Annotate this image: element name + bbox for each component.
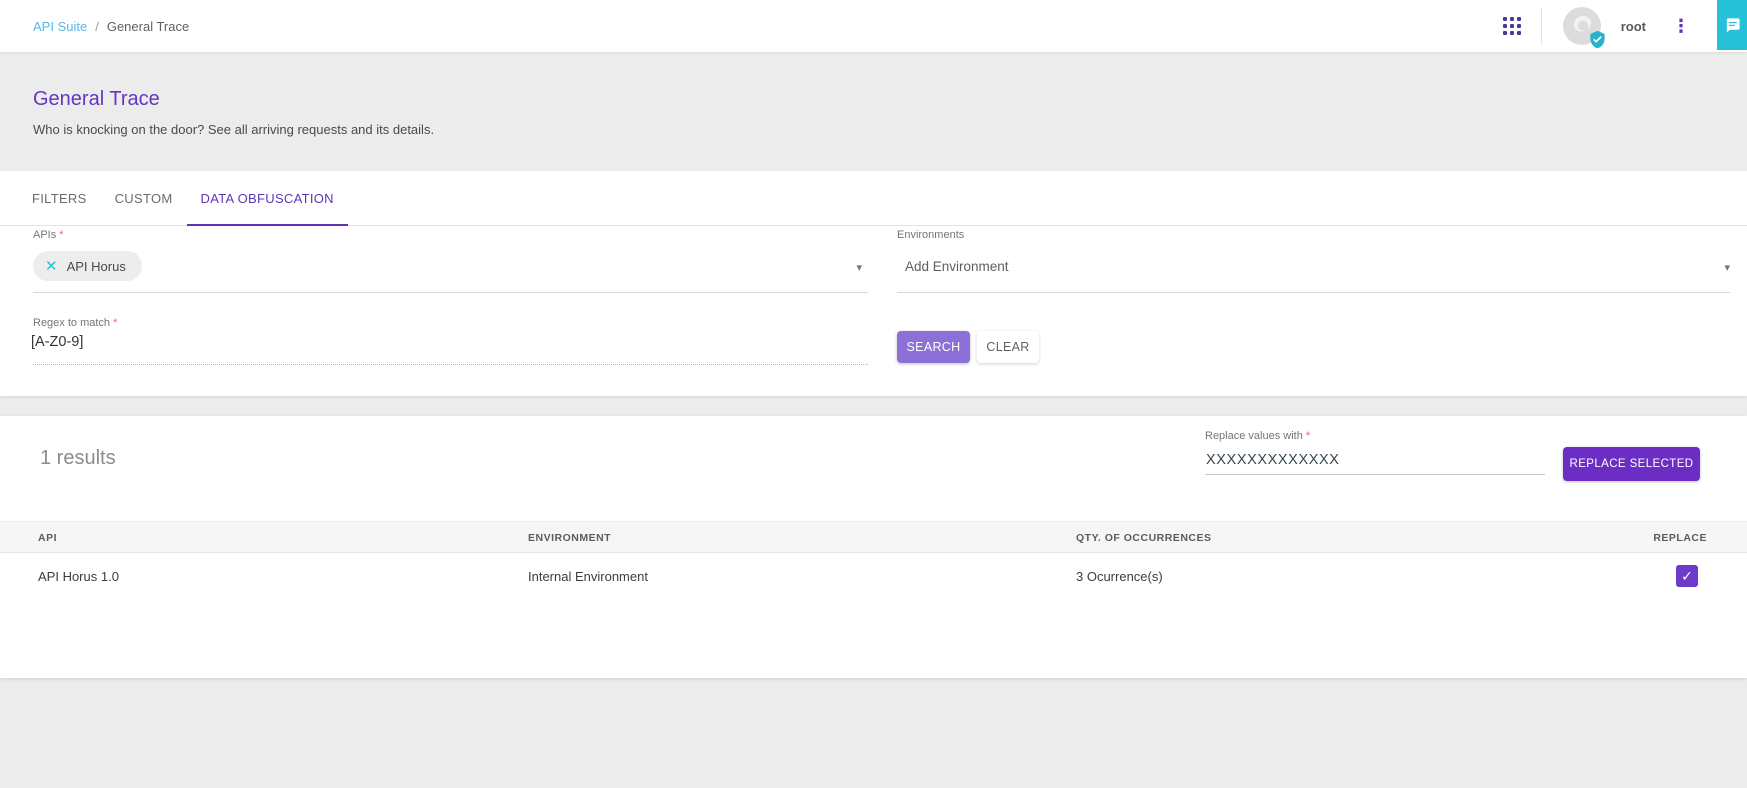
required-asterisk: * [1306, 430, 1310, 442]
tab-custom[interactable]: CUSTOM [101, 171, 187, 226]
chip-label: API Horus [67, 259, 126, 274]
username: root [1621, 19, 1646, 34]
table-row: API Horus 1.0 Internal Environment 3 Ocu… [0, 554, 1747, 600]
top-bar: API Suite / General Trace root ⋮ [0, 0, 1747, 52]
cell-api: API Horus 1.0 [38, 554, 119, 600]
feedback-chat-button[interactable] [1717, 0, 1747, 50]
api-chip[interactable]: ✕ API Horus [33, 251, 142, 281]
regex-field[interactable]: Regex to match * [33, 317, 868, 365]
breadcrumb-link-api-suite[interactable]: API Suite [33, 19, 87, 34]
chat-bubble-icon [1724, 17, 1741, 34]
check-icon: ✓ [1681, 569, 1693, 583]
breadcrumb: API Suite / General Trace [0, 19, 189, 34]
cell-environment: Internal Environment [528, 554, 648, 600]
environments-label: Environments [897, 229, 1730, 241]
cell-occurrences: 3 Ocurrence(s) [1076, 554, 1163, 600]
apis-field[interactable]: APIs * ✕ API Horus ▾ [33, 229, 868, 293]
column-header-environment: ENVIRONMENT [528, 522, 611, 554]
tab-data-obfuscation[interactable]: DATA OBFUSCATION [187, 171, 348, 226]
avatar[interactable] [1562, 6, 1602, 46]
clear-button[interactable]: CLEAR [977, 331, 1039, 363]
kebab-menu-icon[interactable]: ⋮ [1672, 17, 1690, 35]
required-asterisk: * [59, 229, 63, 241]
column-header-occurrences: QTY. OF OCCURRENCES [1076, 522, 1212, 554]
chip-remove-icon[interactable]: ✕ [45, 259, 58, 274]
form-buttons: SEARCH CLEAR [897, 331, 1039, 363]
search-button[interactable]: SEARCH [897, 331, 970, 363]
replace-checkbox[interactable]: ✓ [1676, 565, 1698, 587]
environments-placeholder[interactable]: Add Environment [905, 259, 1009, 274]
results-panel: 1 results Replace values with * REPLACE … [0, 416, 1747, 678]
column-header-api: API [38, 522, 57, 554]
page-subtitle: Who is knocking on the door? See all arr… [33, 122, 1747, 137]
page-title: General Trace [33, 88, 1747, 111]
replace-values-label: Replace values with * [1205, 430, 1545, 442]
replace-values-input[interactable] [1205, 449, 1545, 475]
results-count: 1 results [40, 447, 116, 470]
breadcrumb-current: General Trace [107, 19, 189, 34]
page-header: General Trace Who is knocking on the doo… [0, 52, 1747, 171]
tab-bar: FILTERS CUSTOM DATA OBFUSCATION [0, 171, 1747, 226]
breadcrumb-separator: / [95, 19, 99, 34]
environments-field[interactable]: Environments Add Environment ▾ [897, 229, 1730, 293]
vertical-divider [1541, 7, 1542, 45]
regex-input[interactable] [31, 334, 866, 350]
required-asterisk: * [113, 317, 117, 329]
verified-shield-icon [1588, 30, 1607, 49]
replace-selected-button[interactable]: REPLACE SELECTED [1563, 447, 1700, 481]
page: API Suite / General Trace root ⋮ [0, 0, 1747, 788]
chevron-down-icon[interactable]: ▾ [856, 261, 862, 274]
chevron-down-icon[interactable]: ▾ [1724, 261, 1730, 274]
replace-values-field: Replace values with * [1205, 430, 1545, 475]
apis-label: APIs * [33, 229, 868, 241]
column-header-replace: REPLACE [1653, 522, 1707, 554]
tab-filters[interactable]: FILTERS [18, 171, 101, 226]
obfuscation-panel: FILTERS CUSTOM DATA OBFUSCATION APIs * ✕… [0, 171, 1747, 396]
topbar-actions: root ⋮ [1503, 0, 1747, 52]
regex-label: Regex to match * [33, 317, 868, 329]
table-header: API ENVIRONMENT QTY. OF OCCURRENCES REPL… [0, 521, 1747, 553]
apps-grid-icon[interactable] [1503, 17, 1521, 35]
